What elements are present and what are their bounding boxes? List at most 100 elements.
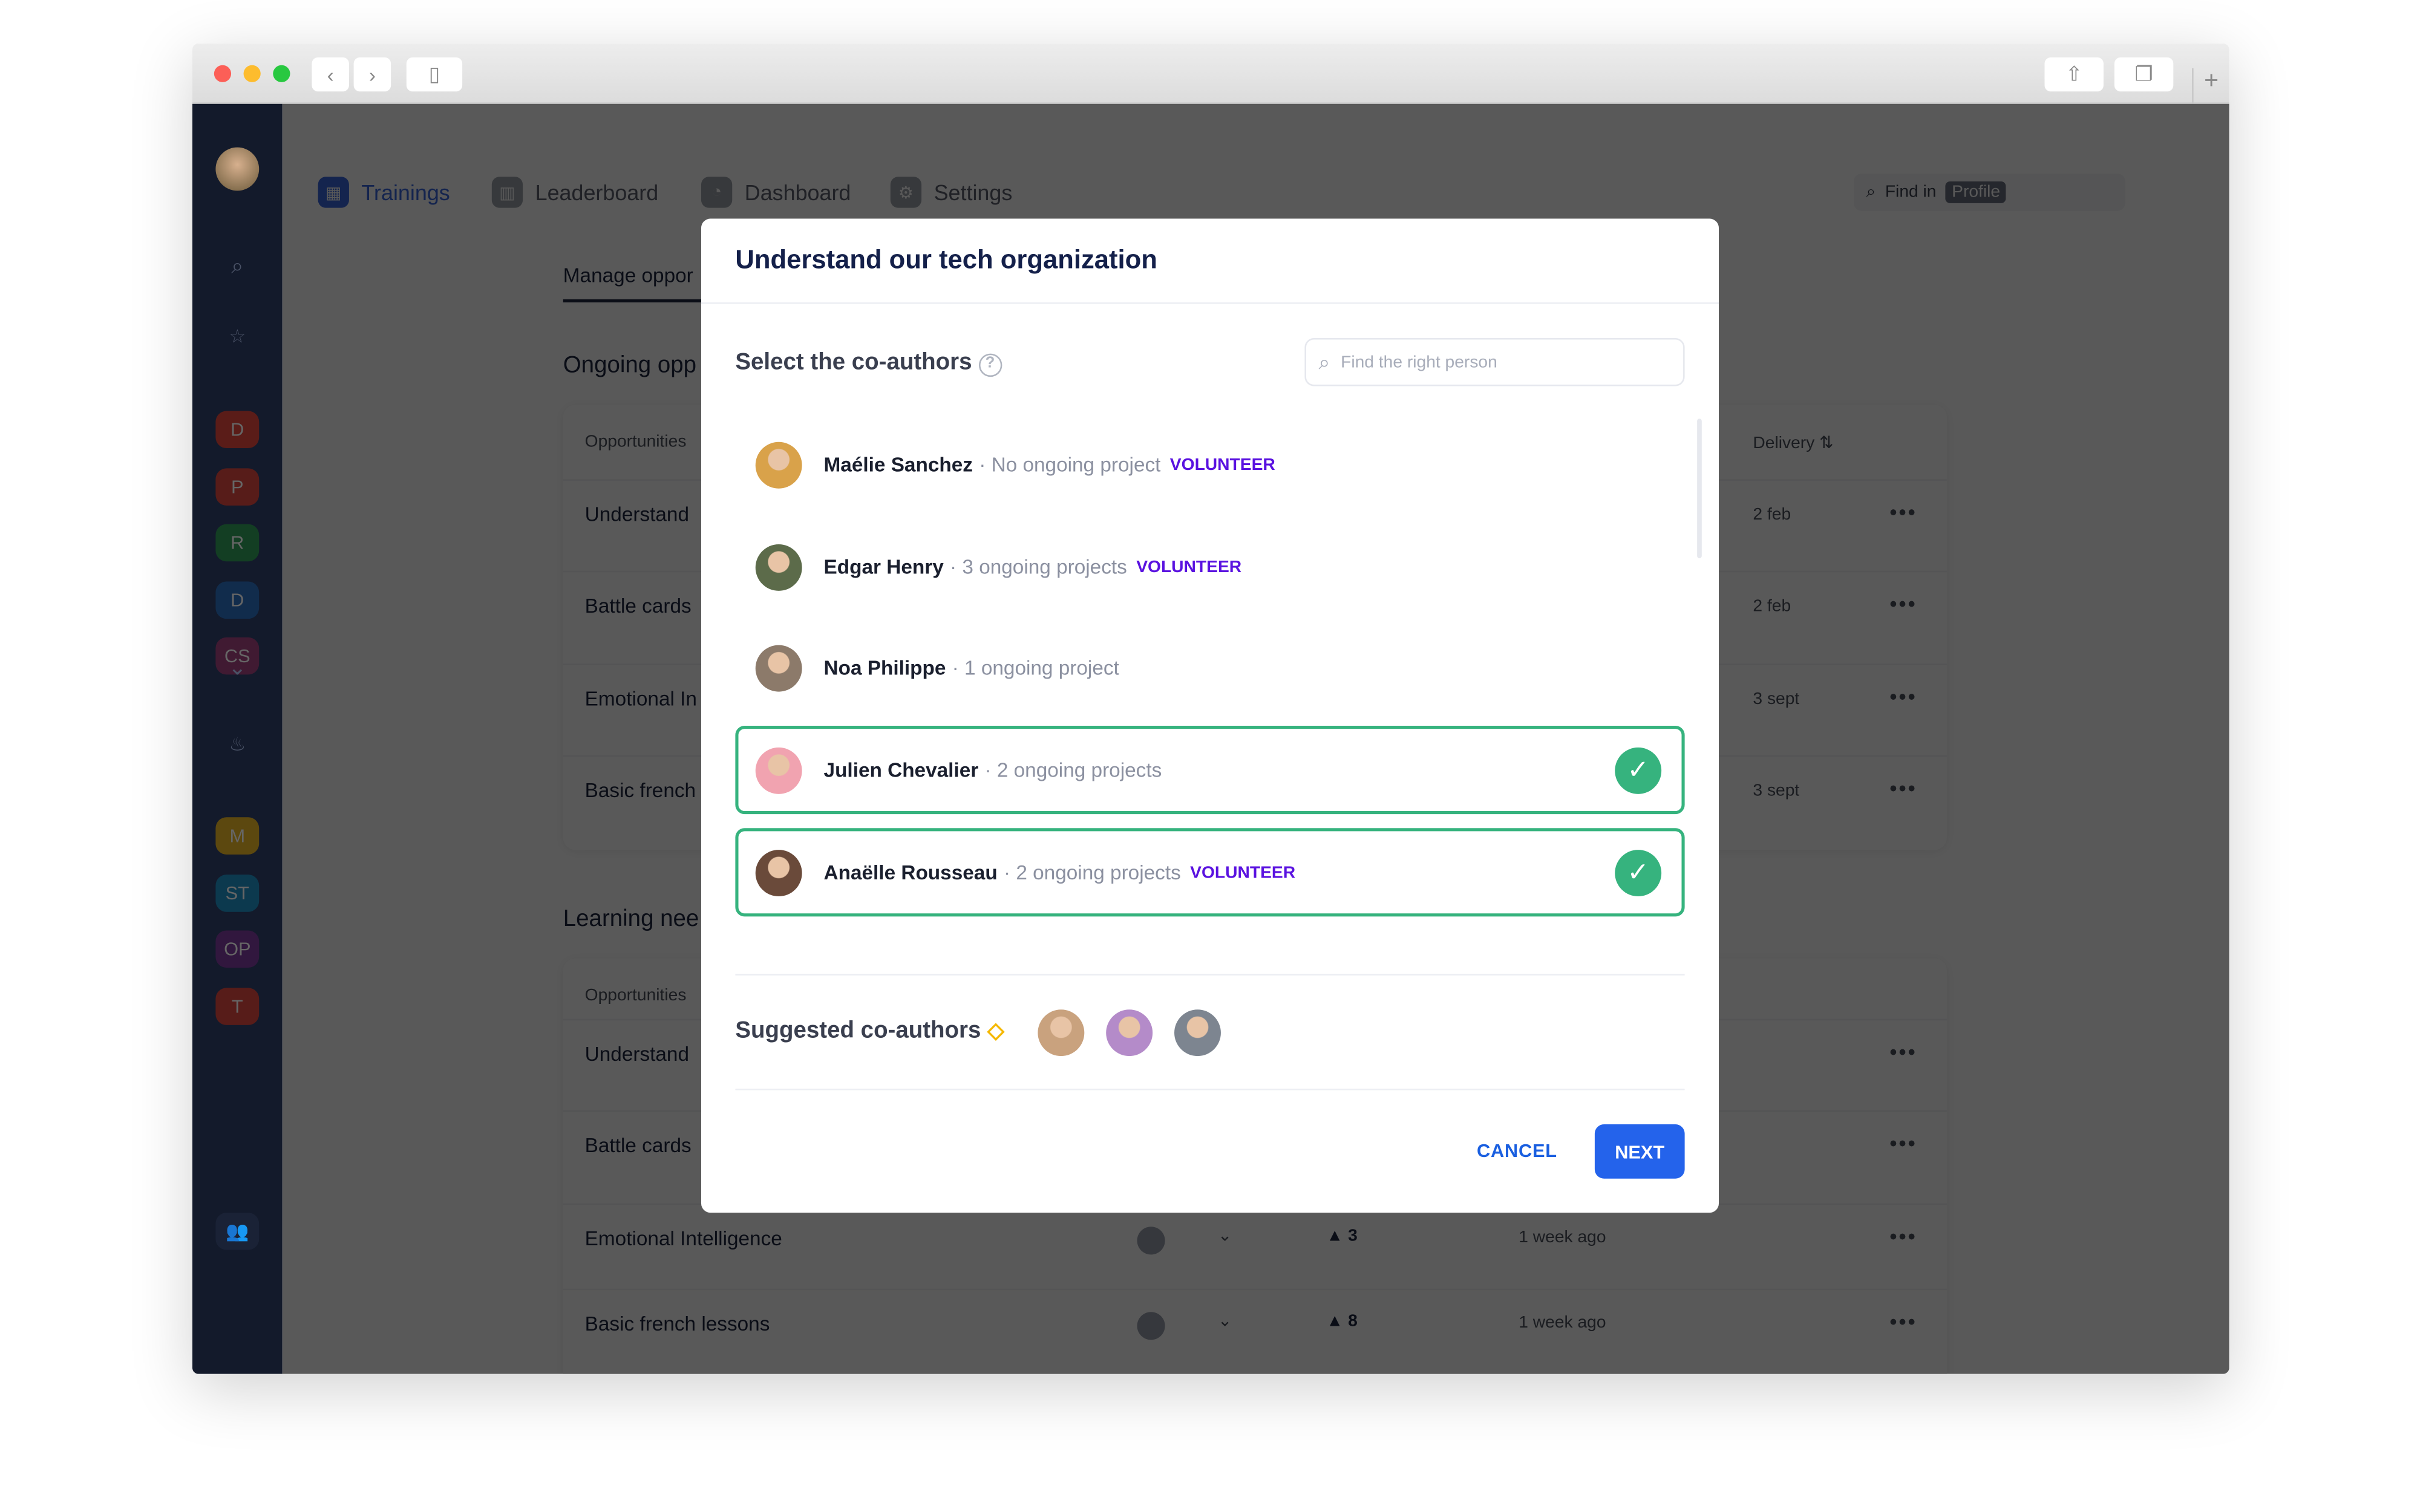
share-icon[interactable]: ⇧ bbox=[2044, 57, 2104, 92]
avatar bbox=[755, 441, 802, 488]
person-option[interactable]: Julien Chevalier · 2 ongoing projects ✓ bbox=[735, 725, 1685, 815]
upvote-icon: ▲ bbox=[1326, 1312, 1344, 1331]
suggested-co-authors-label: Suggested co-authors ◇ bbox=[735, 1017, 1004, 1044]
tab-leaderboard[interactable]: ▥ Leaderboard bbox=[491, 177, 658, 208]
person-name: Maélie Sanchez bbox=[823, 452, 973, 477]
row-time: 1 week ago bbox=[1519, 1228, 1606, 1247]
more-options-icon[interactable]: ••• bbox=[1889, 500, 1917, 524]
tab-settings[interactable]: ⚙ Settings bbox=[890, 177, 1012, 208]
find-in-search[interactable]: ⌕ Find in Profile bbox=[1854, 174, 2125, 211]
row-delivery: 2 feb bbox=[1753, 597, 1791, 616]
sidebar-toggle-icon[interactable]: ▯ bbox=[406, 57, 463, 92]
team-icon[interactable]: 👥 bbox=[215, 1213, 260, 1250]
more-options-icon[interactable]: ••• bbox=[1889, 591, 1917, 616]
check-icon[interactable]: ✓ bbox=[1615, 850, 1662, 897]
tab-dashboard[interactable]: ◔ Dashboard bbox=[701, 177, 851, 208]
check-icon[interactable]: ✓ bbox=[1615, 747, 1662, 794]
row-title: Battle cards bbox=[584, 1133, 692, 1157]
workspace-badge[interactable]: R bbox=[215, 524, 260, 562]
row-title: Understand bbox=[584, 1042, 690, 1066]
row-delivery: 3 sept bbox=[1753, 689, 1800, 708]
column-header-delivery[interactable]: Delivery ⇅ bbox=[1753, 432, 1833, 453]
tab-trainings[interactable]: ▦ Trainings bbox=[318, 177, 450, 208]
avatar bbox=[755, 746, 802, 793]
title-bar: ‹ › ▯ ⇧ ❐ + bbox=[192, 43, 2229, 104]
table-row[interactable]: Emotional Intelligence ⌄ ▲ 3 1 week ago … bbox=[563, 1203, 1947, 1295]
person-option[interactable]: Edgar Henry · 3 ongoing projects VOLUNTE… bbox=[735, 523, 1684, 611]
suggested-avatar[interactable] bbox=[1106, 1009, 1153, 1057]
suggested-avatar[interactable] bbox=[1038, 1009, 1085, 1057]
search-icon[interactable]: ⌕ bbox=[192, 253, 283, 279]
more-options-icon[interactable]: ••• bbox=[1889, 683, 1917, 708]
person-projects: · 1 ongoing project bbox=[952, 656, 1119, 680]
maximize-window-button[interactable] bbox=[273, 65, 290, 82]
column-header-opportunities: Opportunities bbox=[584, 432, 687, 452]
workspace-badge[interactable]: D bbox=[215, 581, 260, 618]
person-projects: · 2 ongoing projects bbox=[984, 758, 1162, 782]
tabs-icon[interactable]: ❐ bbox=[2114, 57, 2174, 92]
active-tab-underline bbox=[563, 299, 701, 302]
person-name: Anaëlle Rousseau bbox=[823, 861, 998, 884]
sidebar: ⌕ ☆ D P R D CS ⌄ ♨ M ST OP T 👥 bbox=[192, 103, 283, 1374]
workspace-badge[interactable]: P bbox=[215, 468, 260, 505]
workspace-badge[interactable]: D bbox=[215, 411, 260, 449]
search-icon: ⌕ bbox=[1866, 182, 1876, 201]
avatar bbox=[755, 644, 802, 691]
person-projects: · 3 ongoing projects bbox=[950, 555, 1127, 579]
person-projects: · No ongoing project bbox=[979, 452, 1161, 477]
help-icon[interactable]: ? bbox=[978, 353, 1002, 377]
warning-diamond-icon: ◇ bbox=[987, 1017, 1004, 1043]
row-delivery: 2 feb bbox=[1753, 505, 1791, 524]
more-options-icon[interactable]: ••• bbox=[1889, 1309, 1917, 1334]
upvote-count[interactable]: ▲ 8 bbox=[1326, 1312, 1357, 1331]
next-button[interactable]: NEXT bbox=[1594, 1124, 1685, 1179]
person-search-input[interactable]: ⌕ Find the right person bbox=[1304, 337, 1685, 386]
workspace-badge[interactable]: ST bbox=[215, 873, 260, 911]
fire-icon[interactable]: ♨ bbox=[192, 734, 283, 755]
tab-manage-opportunities[interactable]: Manage oppor bbox=[563, 264, 693, 287]
chevron-down-icon[interactable]: ⌄ bbox=[192, 654, 283, 681]
divider bbox=[701, 302, 1719, 304]
user-avatar[interactable] bbox=[215, 147, 260, 191]
gear-icon: ⚙ bbox=[890, 177, 922, 208]
volunteer-badge: VOLUNTEER bbox=[1190, 862, 1296, 882]
more-options-icon[interactable]: ••• bbox=[1889, 1130, 1917, 1155]
list-scrollbar[interactable] bbox=[1697, 419, 1702, 559]
new-tab-icon[interactable]: + bbox=[2192, 68, 2229, 104]
suggested-avatar[interactable] bbox=[1174, 1009, 1221, 1057]
workspace-badge[interactable]: M bbox=[215, 817, 260, 855]
find-scope-chip[interactable]: Profile bbox=[1945, 181, 2007, 203]
row-title: Basic french lessons bbox=[584, 1312, 770, 1335]
star-icon[interactable]: ☆ bbox=[192, 325, 283, 347]
row-title: Emotional Intelligence bbox=[584, 1227, 782, 1250]
chevron-down-icon[interactable]: ⌄ bbox=[1218, 1225, 1232, 1245]
minimize-window-button[interactable] bbox=[243, 65, 261, 82]
upvote-icon: ▲ bbox=[1326, 1227, 1344, 1245]
person-option[interactable]: Anaëlle Rousseau · 2 ongoing projects VO… bbox=[735, 828, 1685, 917]
person-name: Noa Philippe bbox=[823, 656, 946, 680]
upvote-count[interactable]: ▲ 3 bbox=[1326, 1227, 1357, 1245]
table-row[interactable]: Basic french lessons ⌄ ▲ 8 1 week ago ••… bbox=[563, 1288, 1947, 1374]
more-options-icon[interactable]: ••• bbox=[1889, 775, 1917, 800]
divider bbox=[735, 1088, 1685, 1090]
back-icon[interactable]: ‹ bbox=[312, 57, 349, 92]
co-authors-modal: Understand our tech organization Select … bbox=[701, 218, 1719, 1213]
more-options-icon[interactable]: ••• bbox=[1889, 1039, 1917, 1064]
workspace-badge[interactable]: OP bbox=[215, 930, 260, 968]
row-title: Understand bbox=[584, 502, 690, 526]
forward-icon[interactable]: › bbox=[353, 57, 391, 92]
more-options-icon[interactable]: ••• bbox=[1889, 1224, 1917, 1248]
select-co-authors-label: Select the co-authors ? bbox=[735, 349, 1002, 377]
close-window-button[interactable] bbox=[214, 65, 232, 82]
person-option[interactable]: Noa Philippe · 1 ongoing project bbox=[735, 624, 1684, 712]
modal-title: Understand our tech organization bbox=[735, 245, 1157, 275]
person-option[interactable]: Maélie Sanchez · No ongoing project VOLU… bbox=[735, 420, 1684, 509]
cancel-button[interactable]: CANCEL bbox=[1477, 1140, 1557, 1162]
chevron-down-icon[interactable]: ⌄ bbox=[1218, 1311, 1232, 1331]
avatar bbox=[755, 849, 802, 896]
workspace-badge[interactable]: T bbox=[215, 987, 260, 1025]
person-name: Julien Chevalier bbox=[823, 758, 979, 782]
search-icon: ⌕ bbox=[1318, 350, 1330, 373]
avatar bbox=[755, 543, 802, 590]
section-title-ongoing: Ongoing opp bbox=[563, 352, 697, 379]
